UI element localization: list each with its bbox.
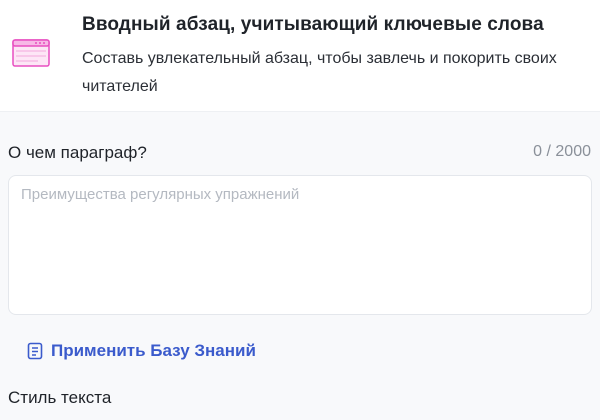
book-icon bbox=[27, 342, 43, 360]
template-header: Вводный абзац, учитывающий ключевые слов… bbox=[0, 0, 600, 112]
knowledge-base-label: Применить Базу Знаний bbox=[51, 341, 256, 360]
page-title: Вводный абзац, учитывающий ключевые слов… bbox=[82, 14, 544, 35]
browser-window-icon bbox=[12, 36, 50, 68]
topic-input[interactable] bbox=[8, 175, 592, 315]
character-counter: 0 / 2000 bbox=[533, 143, 591, 160]
apply-knowledge-base-button[interactable]: Применить Базу Знаний bbox=[27, 338, 256, 364]
text-style-label: Стиль текста bbox=[8, 388, 112, 407]
topic-label: О чем параграф? bbox=[8, 143, 147, 162]
page-description: Составь увлекательный абзац, чтобы завле… bbox=[82, 50, 557, 95]
